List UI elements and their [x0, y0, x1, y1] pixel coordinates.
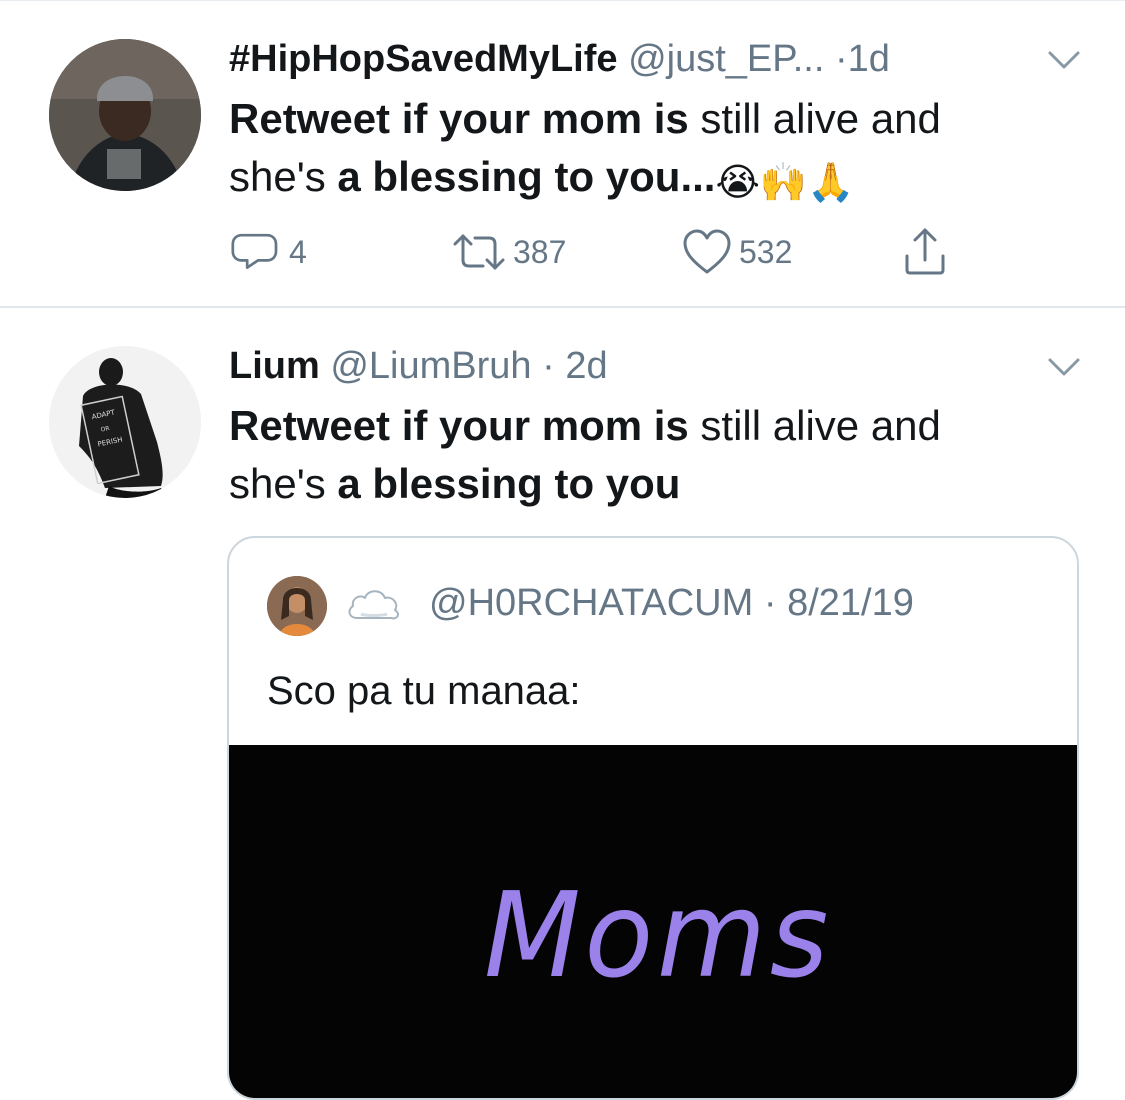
quoted-tweet-text: Sco pa tu manaa:: [267, 669, 581, 713]
tweet-text: Retweet if your mom is still alive and s…: [229, 397, 1089, 513]
separator-dot: ·: [753, 582, 777, 624]
avatar[interactable]: ADAPT OR PERISH: [49, 346, 201, 498]
retweet-button[interactable]: 387: [451, 228, 566, 276]
reply-icon: [231, 233, 278, 269]
quoted-tweet-header: @H0RCHATACUM · 8/21/19: [429, 580, 914, 626]
timestamp[interactable]: 8/21/19: [787, 582, 914, 624]
tweet-text-plain: still alive and: [688, 402, 941, 449]
share-icon: [905, 228, 945, 275]
tweet-1[interactable]: #HipHopSavedMyLife @just_EP... ·1d Retwe…: [0, 0, 1125, 306]
display-name[interactable]: Lium: [229, 345, 320, 387]
cloud-icon: [348, 590, 399, 620]
tweet-header: #HipHopSavedMyLife @just_EP... ·1d: [229, 36, 890, 82]
avatar[interactable]: [49, 39, 201, 191]
tweet-actions: 4 387 532: [229, 228, 989, 276]
crying-face-emoji: 😭: [715, 162, 760, 204]
user-handle[interactable]: @H0RCHATACUM: [429, 582, 753, 624]
like-icon: [683, 229, 731, 274]
tweet-text-plain: she's: [229, 153, 338, 200]
media-title-text: Moms: [484, 866, 833, 1004]
reply-count: 4: [289, 233, 307, 270]
user-handle[interactable]: @LiumBruh: [330, 345, 531, 387]
tweet-text-bold: a blessing to you...: [337, 153, 716, 200]
tweet-text-bold: Retweet if your mom is: [229, 402, 689, 449]
tweet-text-bold: a blessing to you: [337, 460, 681, 507]
user-handle[interactable]: @just_EP...: [628, 38, 824, 80]
share-button[interactable]: [901, 228, 949, 276]
folded-hands-emoji: 🙏: [807, 162, 855, 204]
like-count: 532: [739, 233, 793, 270]
separator-dot: ·: [531, 345, 555, 387]
tweet-text-plain: she's: [229, 460, 338, 507]
separator-dot: ·: [834, 38, 848, 80]
retweet-icon: [453, 234, 505, 270]
tweet-text-plain: still alive and: [688, 95, 941, 142]
video-thumbnail[interactable]: Moms: [229, 745, 1077, 1098]
quoted-tweet[interactable]: @H0RCHATACUM · 8/21/19 Sco pa tu manaa: …: [227, 536, 1079, 1100]
chevron-down-icon[interactable]: [1044, 45, 1084, 75]
tweet-2[interactable]: ADAPT OR PERISH Lium @LiumBruh · 2d Retw…: [0, 307, 1125, 1100]
retweet-count: 387: [513, 233, 567, 270]
like-button[interactable]: 532: [681, 228, 792, 276]
tweet-header: Lium @LiumBruh · 2d: [229, 343, 608, 389]
tweet-text: Retweet if your mom is still alive and s…: [229, 90, 1089, 206]
tweet-text-bold: Retweet if your mom is: [229, 95, 689, 142]
avatar[interactable]: [267, 576, 327, 636]
chevron-down-icon[interactable]: [1044, 352, 1084, 382]
raising-hands-emoji: 🙌: [759, 162, 808, 204]
reply-button[interactable]: 4: [229, 228, 307, 276]
timestamp[interactable]: 2d: [565, 345, 607, 387]
timestamp[interactable]: 1d: [848, 38, 890, 80]
display-name[interactable]: #HipHopSavedMyLife: [229, 38, 618, 80]
